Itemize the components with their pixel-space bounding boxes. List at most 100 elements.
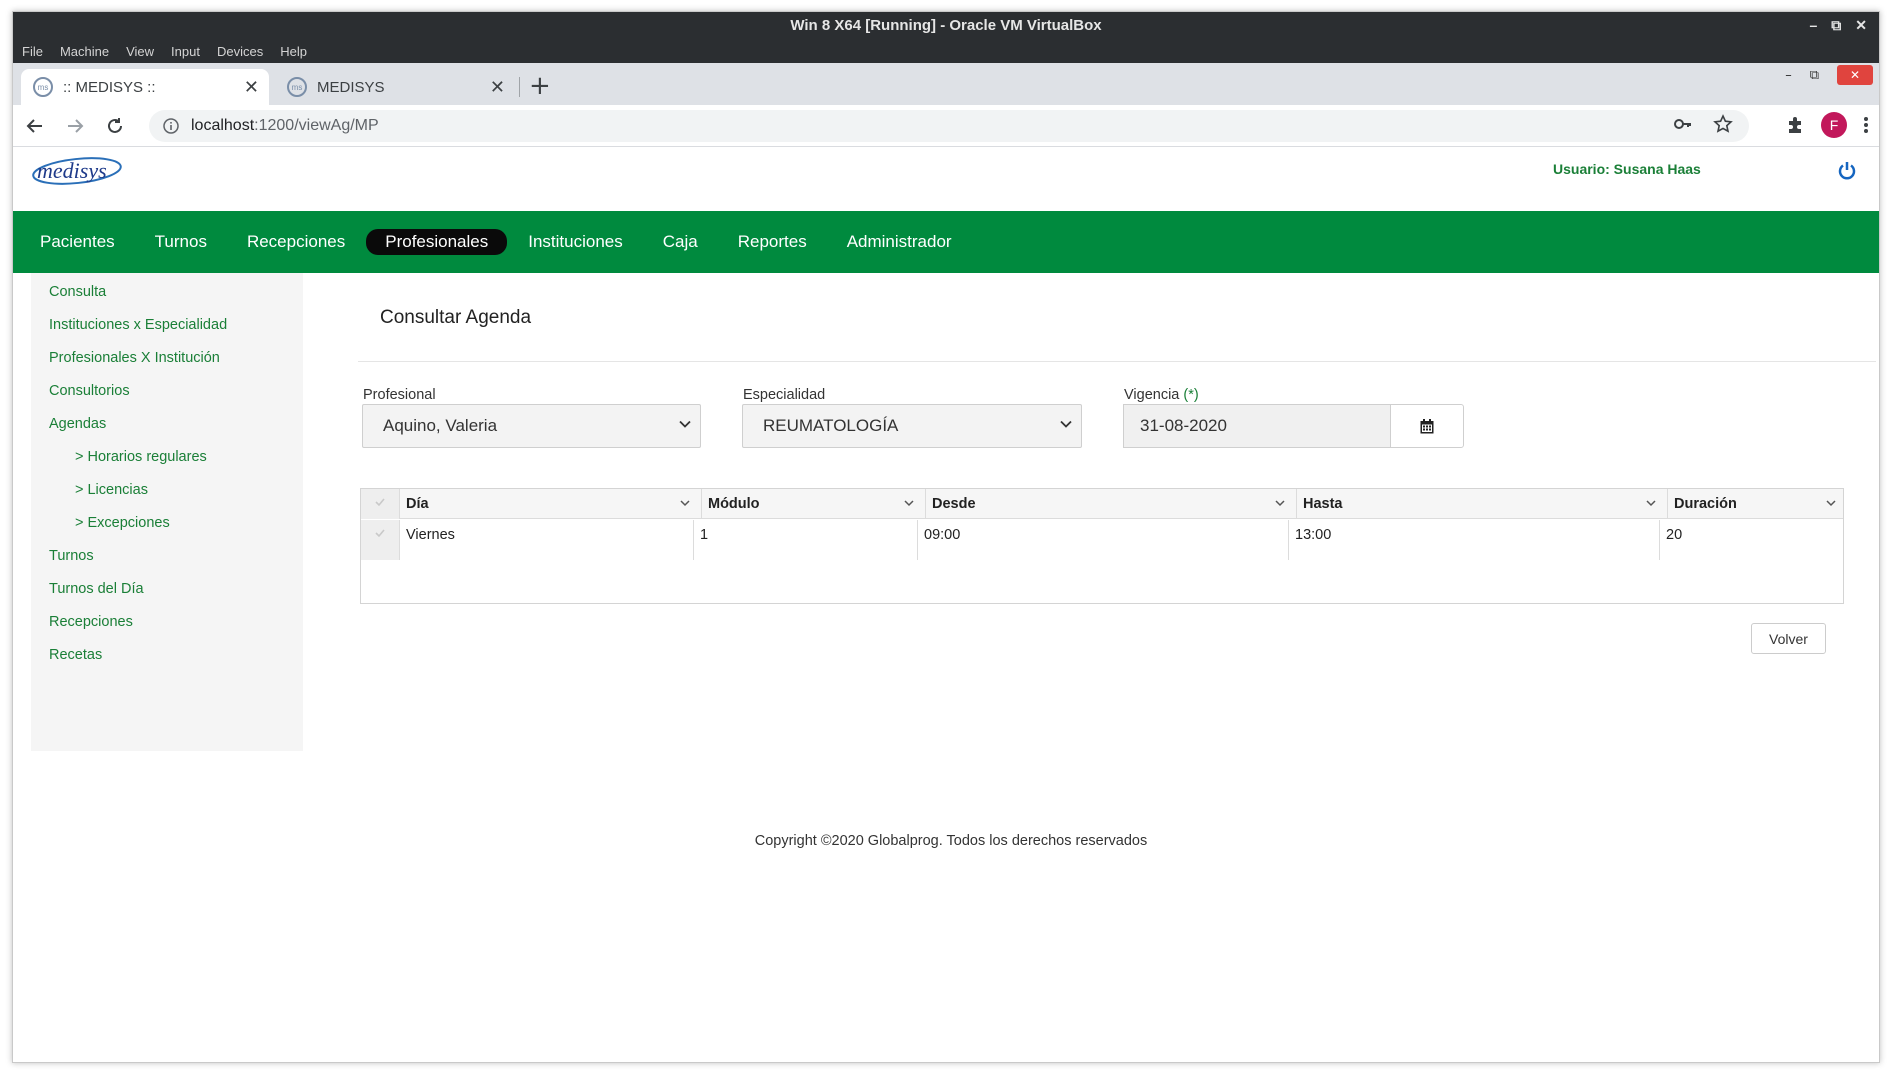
agenda-grid: Día Módulo Desde Hasta Duración Viernes … — [360, 488, 1844, 604]
chevron-down-icon — [679, 420, 691, 428]
check-icon — [375, 529, 385, 538]
cell-duracion: 20 — [1659, 520, 1843, 560]
sidebar-item-excepciones[interactable]: > Excepciones — [75, 515, 170, 531]
info-icon[interactable] — [163, 118, 179, 134]
current-user-label: Usuario: Susana Haas — [1553, 161, 1701, 177]
star-icon[interactable] — [1713, 114, 1733, 134]
nav-turnos[interactable]: Turnos — [136, 229, 226, 255]
nav-pacientes[interactable]: Pacientes — [21, 229, 134, 255]
favicon-icon: ms — [33, 77, 53, 97]
sidebar-item-turnos[interactable]: Turnos — [49, 548, 94, 564]
chevron-down-icon[interactable] — [1825, 497, 1837, 509]
vbox-menu-input[interactable]: Input — [171, 44, 200, 59]
new-tab-icon[interactable]: + — [529, 71, 551, 101]
chevron-down-icon[interactable] — [1645, 497, 1657, 509]
browser-tab-strip: ms :: MEDISYS :: ✕ ms MEDISYS ✕ + – ⧉ ✕ — [13, 63, 1879, 105]
minimize-icon[interactable]: – — [1785, 68, 1792, 83]
row-checkbox[interactable] — [361, 520, 399, 560]
chevron-down-icon[interactable] — [1274, 497, 1286, 509]
profesional-value: Aquino, Valeria — [383, 416, 498, 435]
restore-icon[interactable]: ⧉ — [1831, 12, 1841, 39]
sidebar-item-consultorios[interactable]: Consultorios — [49, 383, 130, 399]
nav-caja[interactable]: Caja — [644, 229, 717, 255]
sidebar-item-recetas[interactable]: Recetas — [49, 647, 102, 663]
tab-close-icon[interactable]: ✕ — [490, 77, 505, 98]
chevron-down-icon[interactable] — [679, 497, 691, 509]
select-all-checkbox[interactable] — [361, 489, 399, 519]
browser-toolbar: localhost:1200/viewAg/MP F — [13, 105, 1879, 147]
sidebar-item-agendas[interactable]: Agendas — [49, 416, 106, 432]
vbox-menu-machine[interactable]: Machine — [60, 44, 109, 59]
cell-dia: Viernes — [399, 520, 693, 560]
especialidad-label: Especialidad — [743, 387, 826, 403]
nav-administrador[interactable]: Administrador — [828, 229, 971, 255]
screen: Win 8 X64 [Running] - Oracle VM VirtualB… — [0, 0, 1891, 1077]
tab-close-icon[interactable]: ✕ — [244, 77, 259, 98]
tab-title: :: MEDISYS :: — [63, 78, 156, 96]
especialidad-select[interactable]: REUMATOLOGÍA — [742, 404, 1082, 448]
medisys-logo[interactable]: medisys — [31, 154, 123, 186]
grid-header: Día Módulo Desde Hasta Duración — [361, 489, 1843, 519]
minimize-icon[interactable]: – — [1809, 12, 1817, 39]
browser-tab-medisys-active[interactable]: ms :: MEDISYS :: ✕ — [21, 69, 269, 105]
vigencia-date-input[interactable]: 31-08-2020 — [1123, 404, 1391, 448]
address-bar[interactable]: localhost:1200/viewAg/MP — [149, 110, 1749, 142]
column-header-modulo[interactable]: Módulo — [701, 489, 925, 519]
column-header-dia[interactable]: Día — [399, 489, 701, 519]
nav-reportes[interactable]: Reportes — [719, 229, 826, 255]
browser-tab-medisys[interactable]: ms MEDISYS ✕ — [275, 69, 515, 105]
vbox-menu-file[interactable]: File — [22, 44, 43, 59]
vbox-titlebar: Win 8 X64 [Running] - Oracle VM VirtualB… — [13, 12, 1879, 39]
tab-separator — [519, 77, 520, 97]
power-icon[interactable] — [1837, 160, 1857, 180]
vigencia-value: 31-08-2020 — [1140, 416, 1227, 435]
web-page: medisys Usuario: Susana Haas Pacientes T… — [13, 148, 1879, 1062]
page-title: Consultar Agenda — [380, 307, 532, 328]
profile-avatar[interactable]: F — [1821, 112, 1847, 138]
table-row[interactable]: Viernes 1 09:00 13:00 20 — [361, 520, 1843, 560]
cell-desde: 09:00 — [917, 520, 1288, 560]
calendar-button[interactable] — [1390, 404, 1464, 448]
column-header-duracion[interactable]: Duración — [1667, 489, 1847, 519]
nav-profesionales[interactable]: Profesionales — [366, 229, 508, 255]
cell-hasta: 13:00 — [1288, 520, 1659, 560]
nav-recepciones[interactable]: Recepciones — [228, 229, 364, 255]
sidebar-item-turnos-del-dia[interactable]: Turnos del Día — [49, 581, 144, 597]
omnibox-actions — [1673, 114, 1733, 134]
vbox-title: Win 8 X64 [Running] - Oracle VM VirtualB… — [790, 17, 1102, 34]
sidebar-item-horarios-regulares[interactable]: > Horarios regulares — [75, 449, 207, 465]
profesional-label: Profesional — [363, 387, 436, 403]
main-navbar: Pacientes Turnos Recepciones Profesional… — [13, 211, 1879, 273]
kebab-menu-icon[interactable] — [1863, 115, 1869, 135]
chevron-down-icon — [1060, 420, 1072, 428]
extensions-icon[interactable] — [1785, 115, 1805, 135]
copyright-text: Copyright ©2020 Globalprog. Todos los de… — [754, 833, 1148, 849]
sidebar-item-profesionales-institucion[interactable]: Profesionales X Institución — [49, 350, 220, 366]
title-divider — [358, 361, 1876, 362]
vbox-menu-help[interactable]: Help — [280, 44, 307, 59]
nav-instituciones[interactable]: Instituciones — [509, 229, 642, 255]
sidebar-item-instituciones-especialidad[interactable]: Instituciones x Especialidad — [49, 317, 227, 333]
chevron-down-icon[interactable] — [903, 497, 915, 509]
volver-button[interactable]: Volver — [1751, 623, 1826, 654]
column-header-hasta[interactable]: Hasta — [1296, 489, 1667, 519]
profesional-select[interactable]: Aquino, Valeria — [362, 404, 701, 448]
key-icon[interactable] — [1673, 114, 1693, 134]
restore-icon[interactable]: ⧉ — [1810, 68, 1819, 83]
toolbar-actions: F — [1785, 112, 1869, 138]
vbox-menu-devices[interactable]: Devices — [217, 44, 263, 59]
sidebar-item-recepciones[interactable]: Recepciones — [49, 614, 133, 630]
reload-icon[interactable] — [101, 112, 129, 140]
close-icon[interactable]: ✕ — [1855, 12, 1867, 39]
vbox-window-controls: – ⧉ ✕ — [1809, 12, 1867, 39]
sidebar-item-licencias[interactable]: > Licencias — [75, 482, 148, 498]
forward-icon[interactable] — [61, 112, 89, 140]
vigencia-label: Vigencia (*) — [1124, 387, 1199, 403]
vbox-menu-view[interactable]: View — [126, 44, 154, 59]
calendar-icon — [1420, 418, 1434, 433]
column-header-desde[interactable]: Desde — [925, 489, 1296, 519]
close-icon[interactable]: ✕ — [1837, 65, 1873, 85]
sidebar-item-consulta[interactable]: Consulta — [49, 284, 106, 300]
chrome-window-controls: – ⧉ ✕ — [1785, 65, 1873, 85]
back-icon[interactable] — [21, 112, 49, 140]
